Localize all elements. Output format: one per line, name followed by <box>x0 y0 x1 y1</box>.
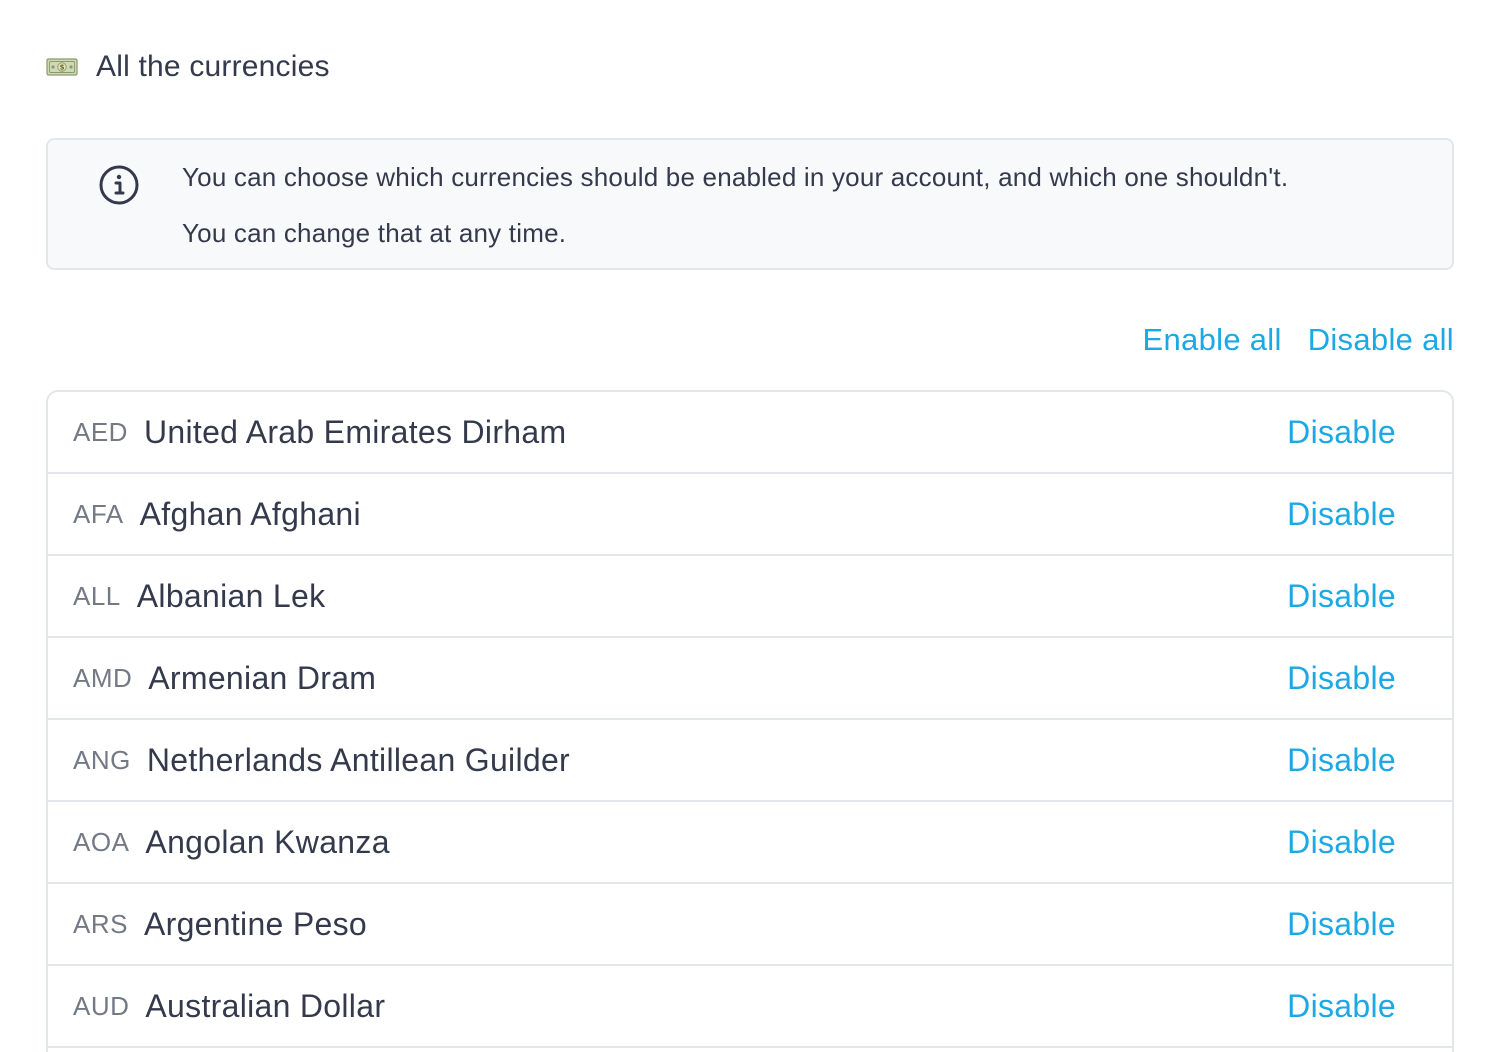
enable-all-link[interactable]: Enable all <box>1143 322 1282 358</box>
currency-row-ang: ANG Netherlands Antillean Guilder Disabl… <box>48 720 1452 802</box>
currency-code: AED <box>73 416 128 447</box>
info-notice: You can choose which currencies should b… <box>46 138 1454 270</box>
currency-code: ANG <box>73 744 131 775</box>
currency-row-amd: AMD Armenian Dram Disable <box>48 638 1452 720</box>
currency-name: Armenian Dram <box>148 659 377 696</box>
money-bill-icon: $ <box>46 56 78 78</box>
disable-all-link[interactable]: Disable all <box>1308 322 1454 358</box>
currency-row-aoa: AOA Angolan Kwanza Disable <box>48 802 1452 884</box>
bulk-actions: Enable all Disable all <box>1143 322 1454 358</box>
currency-code: AMD <box>73 662 133 693</box>
currency-name: Argentine Peso <box>143 905 367 942</box>
currency-code: AUD <box>73 990 130 1021</box>
currency-code: ALL <box>73 580 121 611</box>
disable-currency-link[interactable]: Disable <box>1287 906 1396 943</box>
currency-name: United Arab Emirates Dirham <box>143 413 567 450</box>
currency-row-aud: AUD Australian Dollar Disable <box>48 966 1452 1048</box>
disable-currency-link[interactable]: Disable <box>1287 578 1396 615</box>
currency-code: AFA <box>73 498 124 529</box>
currencies-page: $ All the currencies You can choose whic… <box>0 0 1500 1052</box>
currency-row-aed: AED United Arab Emirates Dirham Disable <box>48 392 1452 474</box>
disable-currency-link[interactable]: Disable <box>1287 660 1396 697</box>
currency-row-ars: ARS Argentine Peso Disable <box>48 884 1452 966</box>
disable-currency-link[interactable]: Disable <box>1287 988 1396 1025</box>
currency-name: Australian Dollar <box>145 987 386 1024</box>
disable-currency-link[interactable]: Disable <box>1287 414 1396 451</box>
info-text-line-1: You can choose which currencies should b… <box>182 162 1289 192</box>
page-title: All the currencies <box>96 50 330 83</box>
currency-name: Angolan Kwanza <box>145 823 390 860</box>
svg-text:$: $ <box>60 64 65 72</box>
currency-list: AED United Arab Emirates Dirham Disable … <box>46 390 1454 1052</box>
currency-row-all: ALL Albanian Lek Disable <box>48 556 1452 638</box>
currency-code: ARS <box>73 908 128 939</box>
disable-currency-link[interactable]: Disable <box>1287 496 1396 533</box>
currency-name: Albanian Lek <box>136 577 326 614</box>
currency-row-afa: AFA Afghan Afghani Disable <box>48 474 1452 556</box>
disable-currency-link[interactable]: Disable <box>1287 742 1396 779</box>
currency-name: Afghan Afghani <box>139 495 361 532</box>
info-text-line-2: You can change that at any time. <box>182 218 567 248</box>
currency-name: Netherlands Antillean Guilder <box>146 741 571 778</box>
currency-code: AOA <box>73 826 130 857</box>
disable-currency-link[interactable]: Disable <box>1287 824 1396 861</box>
info-circle-icon <box>98 164 140 206</box>
page-header: $ All the currencies <box>46 44 330 90</box>
